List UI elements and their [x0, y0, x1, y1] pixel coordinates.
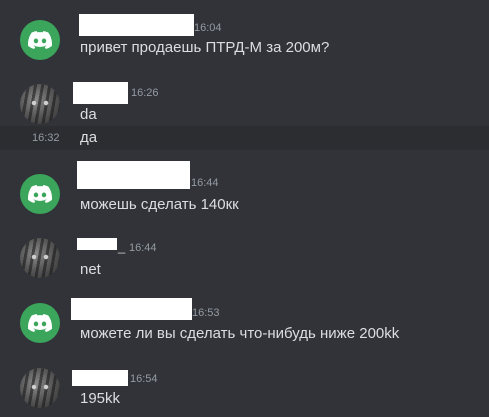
discord-logo-icon: [28, 31, 52, 49]
message-text: 195kk: [80, 390, 121, 407]
discord-logo-icon: [28, 185, 52, 203]
cat-avatar-icon[interactable]: [20, 238, 60, 278]
username-redacted[interactable]: [77, 238, 117, 250]
message-text: привет продаешь ПТРД-М за 200м?: [80, 39, 330, 56]
username-redacted[interactable]: [79, 14, 194, 36]
message-text: да: [80, 129, 98, 146]
timestamp: 16:44: [191, 177, 219, 189]
username-redacted[interactable]: [72, 370, 128, 386]
username-fragment: _: [118, 239, 126, 254]
timestamp: 16:26: [131, 87, 159, 99]
discord-avatar[interactable]: [20, 174, 60, 214]
message-text: da: [80, 106, 97, 123]
cat-avatar-icon[interactable]: [20, 84, 60, 124]
username-redacted[interactable]: [71, 298, 192, 320]
timestamp: 16:44: [129, 242, 157, 254]
message-text: можете ли вы сделать что-нибудь ниже 200…: [80, 325, 400, 342]
username-redacted[interactable]: [77, 161, 190, 189]
discord-logo-icon: [28, 314, 52, 332]
timestamp: 16:53: [192, 307, 220, 319]
message-text: net: [80, 261, 101, 278]
username-redacted[interactable]: [73, 82, 128, 104]
timestamp: 16:32: [32, 132, 60, 144]
timestamp: 16:54: [130, 373, 158, 385]
message-text: можешь сделать 140кк: [80, 196, 239, 213]
discord-avatar[interactable]: [20, 303, 60, 343]
discord-avatar[interactable]: [20, 20, 60, 60]
message-3-hover-row[interactable]: 16:32 да: [0, 126, 489, 150]
timestamp: 16:04: [194, 22, 222, 34]
cat-avatar-icon[interactable]: [20, 368, 60, 408]
